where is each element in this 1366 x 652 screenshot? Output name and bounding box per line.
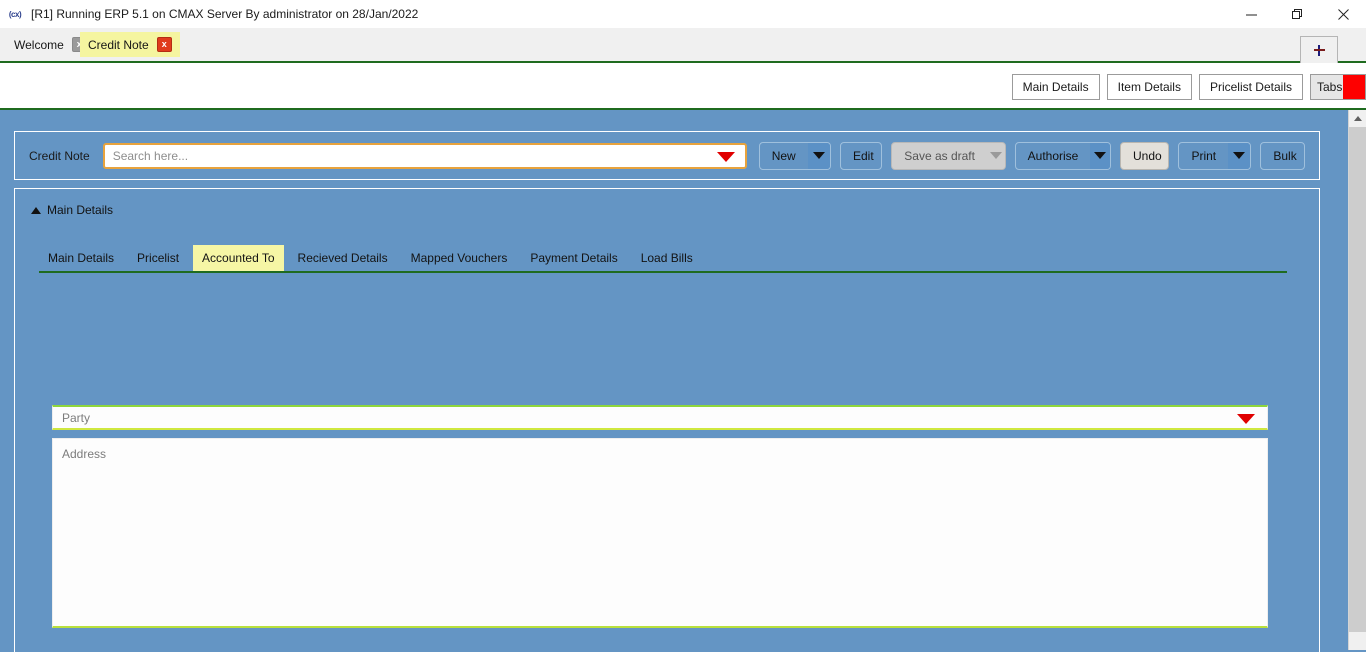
address-field-placeholder: Address bbox=[62, 447, 107, 461]
authorise-dropdown-toggle[interactable] bbox=[1090, 142, 1110, 169]
tab-credit-note-label: Credit Note bbox=[88, 37, 149, 52]
authorise-button-label: Authorise bbox=[1027, 148, 1079, 163]
subtab-payment-details-label: Payment Details bbox=[530, 251, 618, 265]
new-button[interactable]: New bbox=[758, 141, 831, 170]
address-field[interactable]: Address bbox=[52, 438, 1268, 628]
add-tab-button[interactable] bbox=[1300, 36, 1338, 64]
subtab-mapped-vouchers-label: Mapped Vouchers bbox=[410, 251, 508, 265]
subtab-load-bills-label: Load Bills bbox=[640, 251, 693, 265]
window-title-bar: (cx) [R1] Running ERP 5.1 on CMAX Server… bbox=[0, 0, 1366, 28]
subtab-accounted-to-label: Accounted To bbox=[202, 251, 275, 265]
save-as-draft-dropdown-toggle[interactable] bbox=[986, 142, 1005, 169]
ribbon-button-main-details[interactable]: Main Details bbox=[1011, 74, 1100, 100]
subtab-accounted-to[interactable]: Accounted To bbox=[193, 245, 284, 271]
ribbon-button-tabs-label: Tabs bbox=[1317, 80, 1343, 94]
subtab-main-details-label: Main Details bbox=[48, 251, 115, 265]
subtab-payment-details[interactable]: Payment Details bbox=[521, 245, 626, 271]
tabs-overflow-indicator bbox=[1343, 75, 1365, 99]
accounted-to-form: Party Address bbox=[52, 405, 1268, 628]
work-area: Credit Note New Edit Save as draft Autho… bbox=[0, 108, 1366, 652]
scrollbar-thumb[interactable] bbox=[1349, 127, 1366, 632]
ribbon-button-pricelist-details-label: Pricelist Details bbox=[1209, 80, 1292, 94]
main-details-panel: Main Details Main Details Pricelist Acco… bbox=[14, 188, 1320, 652]
subtab-pricelist[interactable]: Pricelist bbox=[128, 245, 188, 271]
ribbon-button-item-details-label: Item Details bbox=[1117, 80, 1181, 94]
chevron-down-icon bbox=[989, 152, 1002, 159]
edit-button[interactable]: Edit bbox=[840, 141, 883, 170]
subtab-recieved-details-label: Recieved Details bbox=[297, 251, 388, 265]
save-as-draft-button[interactable]: Save as draft bbox=[891, 141, 1006, 170]
subtab-main-details[interactable]: Main Details bbox=[39, 245, 123, 271]
bulk-button-label: Bulk bbox=[1273, 148, 1297, 163]
party-field-placeholder: Party bbox=[62, 410, 91, 425]
close-button[interactable] bbox=[1320, 0, 1366, 28]
party-field[interactable]: Party bbox=[52, 405, 1268, 430]
record-toolbar-panel: Credit Note New Edit Save as draft Autho… bbox=[14, 131, 1320, 180]
print-button[interactable]: Print bbox=[1178, 141, 1252, 170]
print-dropdown-toggle[interactable] bbox=[1228, 142, 1251, 169]
ribbon-button-main-details-label: Main Details bbox=[1022, 80, 1089, 94]
search-box[interactable] bbox=[102, 142, 747, 169]
record-type-label: Credit Note bbox=[29, 148, 90, 163]
chevron-up-icon bbox=[31, 206, 41, 214]
vertical-scrollbar[interactable] bbox=[1348, 110, 1366, 650]
subtab-load-bills[interactable]: Load Bills bbox=[632, 245, 702, 271]
chevron-down-icon bbox=[1094, 152, 1107, 159]
print-button-label: Print bbox=[1191, 148, 1217, 163]
new-button-label: New bbox=[771, 148, 796, 163]
ribbon-button-tabs[interactable]: Tabs bbox=[1310, 74, 1366, 100]
ribbon-button-pricelist-details[interactable]: Pricelist Details bbox=[1198, 74, 1303, 100]
main-details-collapse-header[interactable]: Main Details bbox=[31, 203, 113, 217]
tab-welcome-label: Welcome bbox=[14, 37, 64, 52]
main-details-subtab-bar: Main Details Pricelist Accounted To Reci… bbox=[39, 243, 1287, 273]
tab-credit-note[interactable]: Credit Note x bbox=[80, 32, 180, 57]
ribbon-button-item-details[interactable]: Item Details bbox=[1106, 74, 1192, 100]
authorise-button[interactable]: Authorise bbox=[1014, 141, 1111, 170]
app-logo-icon: (cx) bbox=[8, 9, 22, 19]
scroll-up-button[interactable] bbox=[1349, 110, 1366, 127]
party-dropdown-icon[interactable] bbox=[1237, 413, 1255, 424]
bulk-button[interactable]: Bulk bbox=[1260, 141, 1305, 170]
chevron-down-icon bbox=[1233, 152, 1246, 159]
window-controls bbox=[1228, 0, 1366, 28]
edit-button-label: Edit bbox=[853, 148, 874, 163]
ribbon-bar: Main Details Item Details Pricelist Deta… bbox=[0, 63, 1366, 108]
plus-icon bbox=[1313, 45, 1325, 56]
ribbon-button-group: Main Details Item Details Pricelist Deta… bbox=[1011, 74, 1366, 100]
chevron-down-icon bbox=[812, 152, 825, 159]
subtab-mapped-vouchers[interactable]: Mapped Vouchers bbox=[402, 245, 517, 271]
search-dropdown-icon[interactable] bbox=[716, 151, 735, 162]
main-details-section-title: Main Details bbox=[47, 203, 114, 217]
scroll-up-icon bbox=[1353, 116, 1362, 121]
subtab-pricelist-label: Pricelist bbox=[137, 251, 180, 265]
undo-button-label: Undo bbox=[1132, 148, 1162, 163]
undo-button[interactable]: Undo bbox=[1119, 141, 1170, 170]
new-dropdown-toggle[interactable] bbox=[807, 142, 830, 169]
maximize-restore-button[interactable] bbox=[1274, 0, 1320, 28]
save-as-draft-button-label: Save as draft bbox=[904, 148, 975, 163]
window-title: [R1] Running ERP 5.1 on CMAX Server By a… bbox=[31, 7, 419, 21]
tab-credit-note-close-icon[interactable]: x bbox=[156, 37, 172, 52]
subtab-recieved-details[interactable]: Recieved Details bbox=[289, 245, 397, 271]
minimize-button[interactable] bbox=[1228, 0, 1274, 28]
document-tab-strip: Welcome x Credit Note x bbox=[0, 28, 1366, 63]
search-input[interactable] bbox=[104, 147, 745, 164]
